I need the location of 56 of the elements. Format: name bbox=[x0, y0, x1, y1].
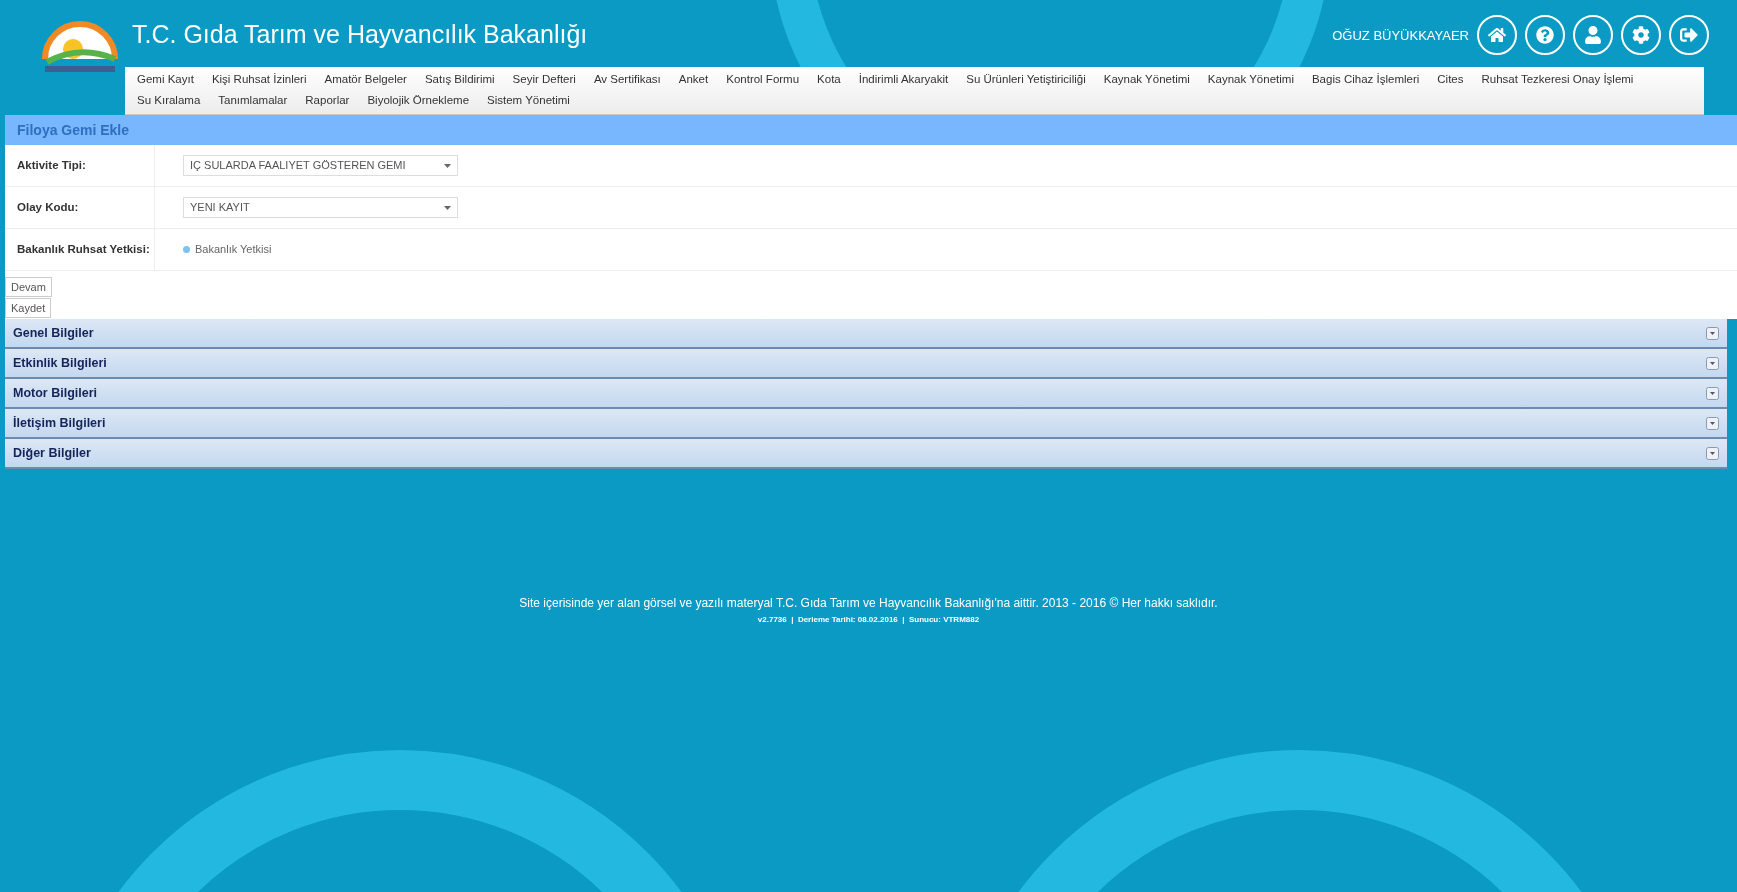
user-icon bbox=[1584, 26, 1602, 44]
nav-link[interactable]: Raporlar bbox=[305, 92, 350, 110]
accordion-header[interactable]: Etkinlik Bilgileri bbox=[5, 349, 1727, 379]
accordion-header[interactable]: Motor Bilgileri bbox=[5, 379, 1727, 409]
site-title: T.C. Gıda Tarım ve Hayvancılık Bakanlığı bbox=[132, 19, 588, 51]
user-button[interactable] bbox=[1573, 15, 1613, 55]
help-icon bbox=[1536, 26, 1554, 44]
home-button[interactable] bbox=[1477, 15, 1517, 55]
field-label: Aktivite Tipi: bbox=[17, 157, 86, 173]
user-name: OĞUZ BÜYÜKKAYAER bbox=[1332, 28, 1469, 43]
nav-link[interactable]: Su Kıralama bbox=[137, 92, 201, 110]
accordion-header[interactable]: Diğer Bilgiler bbox=[5, 439, 1727, 469]
logout-icon bbox=[1680, 26, 1698, 44]
nav-link[interactable]: Av Sertifikası bbox=[593, 71, 661, 89]
form-button[interactable]: Devam bbox=[5, 277, 52, 297]
nav-link[interactable]: İndirimli Akaryakit bbox=[858, 71, 949, 89]
nav-link[interactable]: Bagis Cihaz İşlemleri bbox=[1311, 71, 1420, 89]
field-label: Olay Kodu: bbox=[17, 199, 79, 215]
expand-toggle-icon[interactable] bbox=[1706, 356, 1719, 370]
radio-label: Bakanlık Yetkisi bbox=[195, 242, 272, 258]
nav-link[interactable]: Anket bbox=[678, 71, 709, 89]
expand-toggle-icon[interactable] bbox=[1706, 326, 1719, 340]
caret-icon bbox=[444, 205, 451, 210]
logout-button[interactable] bbox=[1669, 15, 1709, 55]
expand-toggle-icon[interactable] bbox=[1706, 386, 1719, 400]
nav-link[interactable]: Kaynak Yönetimi bbox=[1207, 71, 1294, 89]
home-icon bbox=[1488, 26, 1506, 44]
nav-link[interactable]: Kişi Ruhsat İzinleri bbox=[211, 71, 307, 89]
expand-toggle-icon[interactable] bbox=[1706, 446, 1719, 460]
nav-link[interactable]: Satış Bildirimi bbox=[424, 71, 495, 89]
nav-link[interactable]: Tanımlamalar bbox=[218, 92, 288, 110]
nav-link[interactable]: Gemi Kayıt bbox=[137, 71, 194, 89]
form-title: Filoya Gemi Ekle bbox=[17, 120, 130, 140]
nav-link[interactable]: Su Ürünleri Yetiştiriciliği bbox=[966, 71, 1086, 89]
nav-link[interactable]: Amatör Belgeler bbox=[324, 71, 407, 89]
settings-button[interactable] bbox=[1621, 15, 1661, 55]
expand-toggle-icon[interactable] bbox=[1706, 416, 1719, 430]
nav-link[interactable]: Cites bbox=[1437, 71, 1464, 89]
field-label: Bakanlık Ruhsat Yetkisi: bbox=[17, 241, 150, 257]
accordion-header[interactable]: İletişim Bilgileri bbox=[5, 409, 1727, 439]
copyright-text: Site içerisinde yer alan görsel ve yazılı materyal T.C. Gıda Tarım ve Hayvancılık Bakanlığı'na aittir. 2013 - 2016 © Her hakkı saklıdır. bbox=[519, 595, 1218, 612]
nav-link[interactable]: Sistem Yönetimi bbox=[487, 92, 570, 110]
nav-link[interactable]: Kota bbox=[817, 71, 841, 89]
nav-link[interactable]: Kaynak Yönetimi bbox=[1103, 71, 1190, 89]
build-info: v2.7736 | Derleme Tarihi: 08.02.2016 | Sunucu: VTRM882 bbox=[757, 614, 980, 626]
dropdown-field[interactable]: IÇ SULARDA FAALIYET GÖSTEREN GEMI bbox=[183, 155, 458, 176]
nav-link[interactable]: Kontrol Formu bbox=[726, 71, 800, 89]
caret-icon bbox=[444, 163, 451, 168]
nav-link[interactable]: Biyolojik Örnekleme bbox=[367, 92, 470, 110]
nav-link[interactable]: Seyir Defteri bbox=[512, 71, 576, 89]
dropdown-field[interactable]: YENI KAYIT bbox=[183, 197, 458, 218]
nav-link[interactable]: Ruhsat Tezkeresi Onay İşlemi bbox=[1481, 71, 1634, 89]
form-button[interactable]: Kaydet bbox=[5, 298, 52, 318]
accordion-header[interactable]: Genel Bilgiler bbox=[5, 319, 1727, 349]
help-button[interactable] bbox=[1525, 15, 1565, 55]
settings-icon bbox=[1632, 26, 1650, 44]
